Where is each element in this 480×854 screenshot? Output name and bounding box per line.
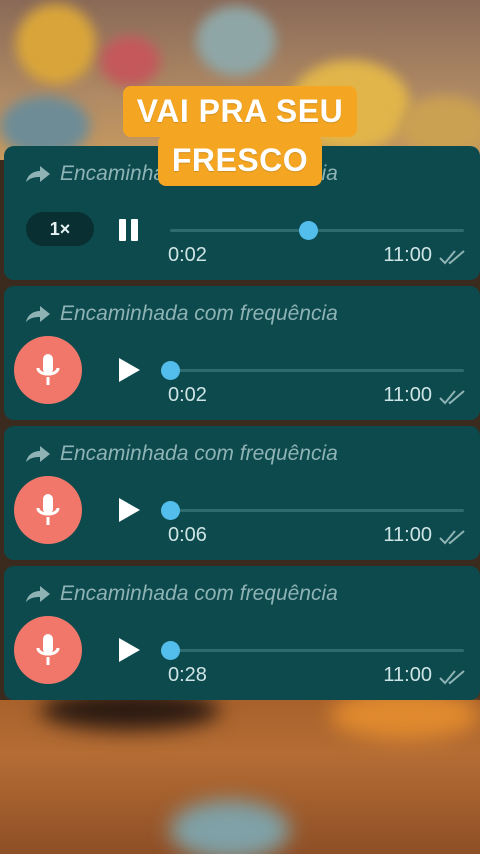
forward-icon (26, 446, 50, 462)
pause-icon[interactable] (116, 217, 142, 243)
forwarded-indicator: Encaminhada com frequência (24, 440, 338, 468)
message-time: 11:00 (383, 244, 432, 266)
forward-icon (26, 586, 50, 602)
double-check-icon (439, 250, 465, 265)
playback-speed-button[interactable]: 1× (26, 212, 94, 246)
voice-message-2[interactable]: Encaminhada com frequência 0:02 11:00 (4, 286, 480, 420)
double-check-icon (439, 530, 465, 545)
play-icon[interactable] (116, 636, 142, 664)
microphone-icon (36, 494, 60, 525)
message-time: 11:00 (383, 524, 432, 546)
voice-sender-avatar (14, 336, 82, 404)
forwarded-indicator: Encaminhada com frequência (24, 300, 338, 328)
forwarded-label: Encaminhada com frequência (60, 302, 338, 325)
microphone-icon (36, 354, 60, 385)
message-time: 11:00 (383, 384, 432, 406)
audio-progress-knob[interactable] (161, 501, 180, 520)
audio-duration: 0:06 (168, 524, 207, 546)
audio-progress-track[interactable] (161, 361, 464, 380)
caption-line-1: VAI PRA SEU (122, 86, 358, 137)
background-emoji-ball (170, 800, 290, 854)
play-icon[interactable] (116, 496, 142, 524)
forwarded-indicator: Encaminhada com frequência (24, 580, 338, 608)
background-emoji-ball (100, 36, 160, 86)
audio-progress-track[interactable] (170, 221, 464, 240)
audio-duration: 0:02 (168, 384, 207, 406)
play-icon[interactable] (116, 356, 142, 384)
voice-message-4[interactable]: Encaminhada com frequência 0:28 11:00 (4, 566, 480, 700)
background-emoji-ball (16, 4, 96, 84)
video-caption: VAI PRA SEU FRESCO (0, 86, 480, 186)
caption-line-2: FRESCO (157, 135, 323, 186)
double-check-icon (439, 670, 465, 685)
background-emoji-ball (196, 6, 276, 76)
audio-progress-knob[interactable] (161, 641, 180, 660)
microphone-icon (36, 634, 60, 665)
double-check-icon (439, 390, 465, 405)
forwarded-label: Encaminhada com frequência (60, 582, 338, 605)
audio-progress-track[interactable] (161, 641, 464, 660)
audio-progress-knob[interactable] (161, 361, 180, 380)
message-time: 11:00 (383, 664, 432, 686)
forwarded-label: Encaminhada com frequência (60, 442, 338, 465)
audio-progress-knob[interactable] (299, 221, 319, 240)
voice-sender-avatar (14, 476, 82, 544)
audio-duration: 0:28 (168, 664, 207, 686)
audio-duration: 0:02 (168, 244, 207, 266)
voice-message-3[interactable]: Encaminhada com frequência 0:06 11:00 (4, 426, 480, 560)
audio-progress-track[interactable] (161, 501, 464, 520)
voice-sender-avatar (14, 616, 82, 684)
forward-icon (26, 306, 50, 322)
